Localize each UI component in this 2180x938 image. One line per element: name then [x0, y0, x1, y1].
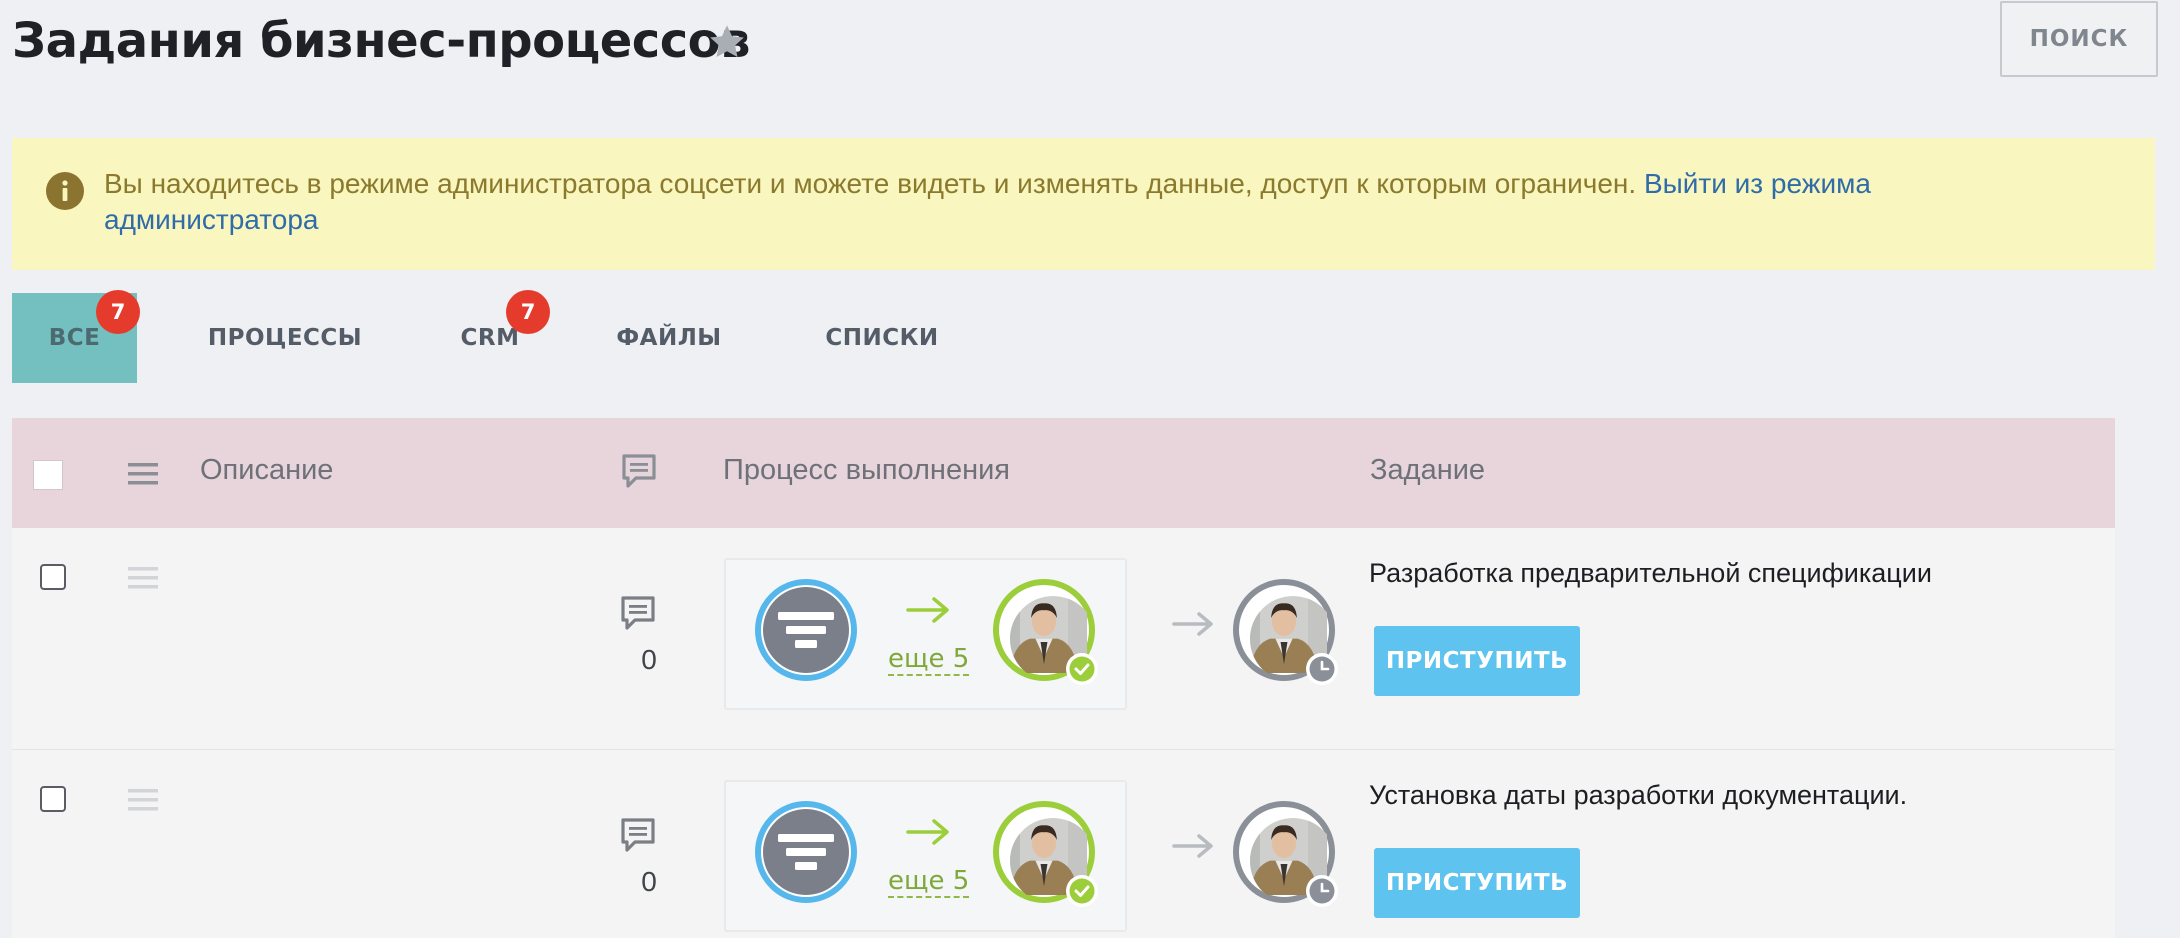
clock-icon [1305, 652, 1339, 686]
row-checkbox[interactable] [40, 564, 66, 590]
tab-files-label: ФАЙЛЫ [616, 325, 722, 351]
tab-processes-label: ПРОЦЕССЫ [207, 325, 363, 351]
alert-message: Вы находитесь в режиме администратора со… [104, 168, 1644, 199]
row-checkbox[interactable] [40, 786, 66, 812]
start-task-button[interactable]: ПРИСТУПИТЬ [1374, 626, 1580, 696]
table-row: 0 еще 5 Разработка предварительной специ… [12, 528, 2115, 750]
page-title: Задания бизнес-процессов [12, 13, 751, 69]
row-menu-icon[interactable] [128, 566, 158, 590]
search-button[interactable]: ПОИСК [2000, 1, 2158, 77]
arrow-right-icon [906, 596, 952, 624]
process-start-filter-icon [754, 578, 858, 682]
arrow-right-icon [906, 818, 952, 846]
comments-icon[interactable] [620, 596, 656, 632]
comments-column-icon [622, 454, 656, 490]
table-row: 0 еще 5 Установка даты разработки докуме… [12, 750, 2115, 938]
column-description[interactable]: Описание [200, 454, 333, 487]
tab-files[interactable]: ФАЙЛЫ [594, 293, 744, 383]
check-icon [1065, 652, 1099, 686]
tab-crm-badge: 7 [506, 290, 550, 334]
arrow-right-icon [1172, 832, 1216, 860]
tab-all-badge: 7 [96, 290, 140, 334]
grid-header: Описание Процесс выполнения Задание [12, 418, 2115, 528]
column-task[interactable]: Задание [1370, 454, 1485, 487]
tab-lists[interactable]: СПИСКИ [807, 293, 957, 383]
clock-icon [1305, 874, 1339, 908]
tab-crm-label: CRM [460, 325, 520, 351]
task-title[interactable]: Разработка предварительной спецификации [1369, 558, 1932, 589]
comments-count: 0 [641, 866, 657, 897]
more-participants-link[interactable]: еще 5 [888, 866, 970, 898]
column-settings-icon[interactable] [128, 462, 158, 486]
tab-processes[interactable]: ПРОЦЕССЫ [195, 293, 375, 383]
admin-mode-alert: Вы находитесь в режиме администратора со… [12, 138, 2155, 270]
more-participants-link[interactable]: еще 5 [888, 644, 970, 676]
start-task-button[interactable]: ПРИСТУПИТЬ [1374, 848, 1580, 918]
row-menu-icon[interactable] [128, 788, 158, 812]
alert-text: Вы находитесь в режиме администратора со… [104, 166, 2084, 238]
tab-lists-label: СПИСКИ [825, 325, 939, 351]
comments-count: 0 [641, 644, 657, 675]
comments-icon[interactable] [620, 818, 656, 854]
select-all-checkbox[interactable] [33, 460, 63, 490]
check-icon [1065, 874, 1099, 908]
tab-all-label: ВСЕ [48, 325, 101, 351]
info-icon [46, 172, 84, 210]
task-title[interactable]: Установка даты разработки документации. [1369, 780, 1907, 811]
column-process[interactable]: Процесс выполнения [723, 454, 1010, 487]
process-start-filter-icon [754, 800, 858, 904]
star-icon[interactable] [706, 21, 748, 63]
arrow-right-icon [1172, 610, 1216, 638]
